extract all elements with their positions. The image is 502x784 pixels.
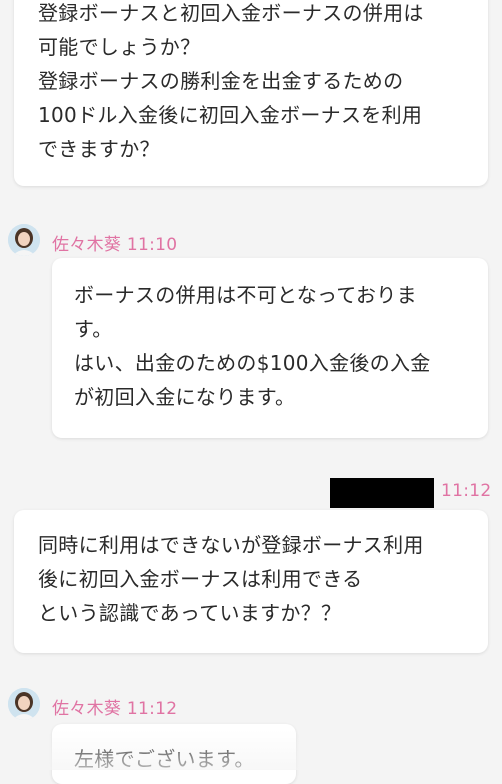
- message-text-line: 同時に利用はできないが登録ボーナス利用: [38, 533, 424, 557]
- avatar-image: [8, 224, 40, 256]
- message-text-line: が初回入金になります。: [74, 385, 296, 409]
- message-text-line: 可能でしょうか？: [38, 35, 201, 59]
- message-bubble-3: 同時に利用はできないが登録ボーナス利用 後に初回入金ボーナスは利用できる という…: [14, 510, 488, 653]
- sender-name-time: 佐々木葵 11:12: [52, 694, 177, 719]
- message-text-line: す。: [74, 317, 113, 341]
- message-text-line: 登録ボーナスと初回入金ボーナスの併用は: [38, 1, 424, 25]
- message-time: 11:12: [441, 481, 492, 501]
- agent-avatar[interactable]: [8, 688, 40, 720]
- message-bubble-4: 左様でございます。: [52, 724, 296, 784]
- message-text-line: ボーナスの併用は不可となっておりま: [74, 283, 417, 307]
- message-text-line: 後に初回入金ボーナスは利用できる: [38, 567, 363, 591]
- avatar-image: [8, 688, 40, 720]
- message-text-line: できますか？: [38, 137, 160, 161]
- sender-name-time: 佐々木葵 11:10: [52, 230, 177, 255]
- message-time: 11:10: [126, 235, 178, 255]
- message-time: 11:12: [126, 699, 178, 719]
- message-text-line: はい、出金のための$100入金後の入金: [74, 351, 431, 375]
- message-text-line: 登録ボーナスの勝利金を出金するための: [38, 69, 404, 93]
- redacted-name: [330, 478, 434, 508]
- message-text-line: 左様でございます。: [74, 747, 255, 771]
- message-text-line: 100ドル入金後に初回入金ボーナスを利用: [38, 103, 423, 127]
- message-bubble-1: 登録ボーナスと初回入金ボーナスの併用は 可能でしょうか？ 登録ボーナスの勝利金を…: [14, 0, 488, 186]
- message-text-line: という認識であっていますか？？: [38, 601, 342, 625]
- agent-avatar[interactable]: [8, 224, 40, 256]
- message-bubble-2: ボーナスの併用は不可となっておりま す。 はい、出金のための$100入金後の入金…: [52, 258, 488, 438]
- sender-name: 佐々木葵: [52, 699, 122, 719]
- sender-name: 佐々木葵: [52, 235, 122, 255]
